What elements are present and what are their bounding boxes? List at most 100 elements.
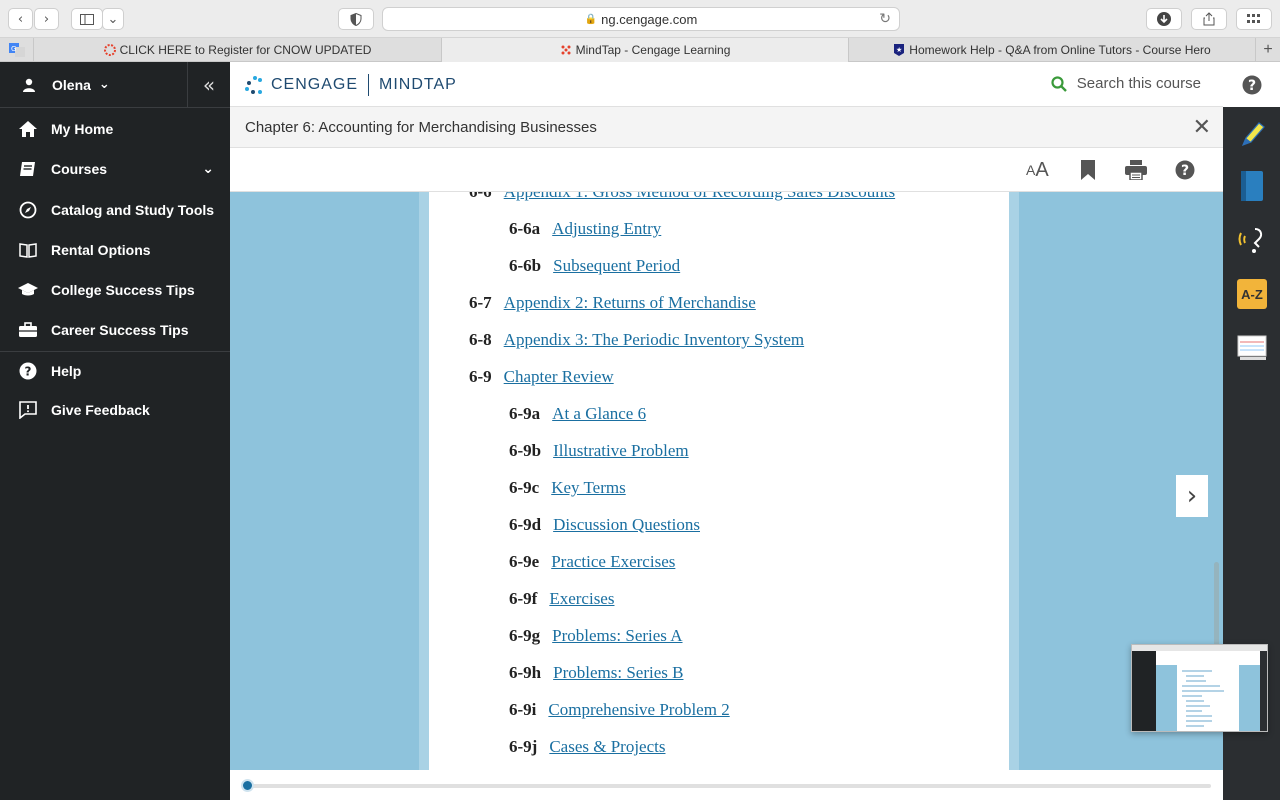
toc-number: 6-9c	[509, 478, 540, 497]
sidebar-item-label: Courses	[51, 161, 108, 177]
share-icon[interactable]	[1191, 8, 1227, 30]
toc-number: 6-9b	[509, 441, 542, 460]
screenshot-thumbnail[interactable]	[1131, 644, 1268, 732]
next-page-button[interactable]: ›	[1176, 475, 1208, 517]
toc-link[interactable]: Comprehensive Problem 2	[548, 700, 729, 720]
cengage-favicon	[103, 44, 116, 56]
url-bar[interactable]: 🔒 ng.cengage.com ↻	[382, 7, 900, 31]
glossary-label: A-Z	[1237, 279, 1267, 309]
toc-row: 6-9c Key Terms	[509, 478, 626, 498]
toc-row: 6-9e Practice Exercises	[509, 552, 675, 572]
toc-link[interactable]: Illustrative Problem	[553, 441, 689, 461]
toc-link[interactable]: Subsequent Period	[553, 256, 680, 276]
new-tab-button[interactable]: +	[1256, 38, 1280, 61]
chevron-down-icon[interactable]: ⌄	[102, 8, 124, 30]
progress-track[interactable]	[243, 784, 1211, 788]
translate-extension-icon[interactable]: G	[0, 38, 34, 62]
toc-link[interactable]: Adjusting Entry	[552, 219, 661, 239]
privacy-shield-icon[interactable]	[338, 8, 374, 30]
read-aloud-icon[interactable]	[1236, 224, 1268, 256]
toc-number: 6-9f	[509, 589, 538, 608]
sidebar-item-feedback[interactable]: Give Feedback	[0, 392, 230, 428]
progress-handle[interactable]	[241, 779, 254, 792]
back-icon[interactable]: ‹	[8, 8, 33, 30]
bookmark-icon[interactable]	[1081, 158, 1095, 182]
sidebar-toggle-icon[interactable]	[71, 8, 103, 30]
svg-text:?: ?	[25, 365, 32, 379]
toc-link[interactable]: Appendix 3: The Periodic Inventory Syste…	[504, 330, 804, 350]
lock-icon: 🔒	[584, 13, 598, 25]
cengage-mindtap-logo[interactable]: CENGAGE MINDTAP	[245, 74, 457, 96]
chapter-bar: Chapter 6: Accounting for Merchandising …	[230, 107, 1223, 148]
toc-row: 6-7 Appendix 2: Returns of Merchandise	[469, 293, 756, 313]
reload-icon[interactable]: ↻	[879, 11, 891, 27]
sidebar-item-college-tips[interactable]: College Success Tips	[0, 272, 230, 308]
toc-row: 6-9a At a Glance 6	[509, 404, 646, 424]
user-menu[interactable]: Olena ⌄	[0, 62, 187, 108]
download-icon[interactable]	[1146, 8, 1182, 30]
font-size-button[interactable]: AA	[1026, 158, 1049, 182]
url-text: ng.cengage.com	[601, 11, 698, 27]
close-icon[interactable]: ✕	[1193, 115, 1211, 140]
sidebar-item-label: My Home	[51, 121, 114, 137]
toc-link[interactable]: Practice Exercises	[551, 552, 675, 572]
flashcards-icon[interactable]	[1236, 332, 1268, 364]
sidebar-divider	[0, 351, 230, 352]
toc-row: 6-9h Problems: Series B	[509, 663, 683, 683]
scrollbar[interactable]	[1214, 562, 1219, 652]
coursehero-favicon: ★	[893, 44, 905, 56]
reader-area: 6-6 Appendix 1: Gross Method of Recording…	[230, 192, 1223, 770]
toc-link[interactable]: Discussion Questions	[553, 515, 700, 535]
search-label: Search this course	[1076, 75, 1201, 92]
help-icon[interactable]: ?	[1175, 158, 1195, 182]
sidebar-item-rental[interactable]: Rental Options	[0, 232, 230, 268]
graduation-cap-icon	[18, 280, 38, 300]
toc-number: 6-7	[469, 293, 492, 312]
toc-link[interactable]: Problems: Series B	[553, 663, 683, 683]
toc-row: 6-6a Adjusting Entry	[509, 219, 661, 239]
forward-icon[interactable]: ›	[34, 8, 59, 30]
collapse-sidebar-button[interactable]: «	[187, 62, 230, 108]
toc-row: 6-9 Chapter Review	[469, 367, 614, 387]
sidebar-item-catalog[interactable]: Catalog and Study Tools	[0, 192, 230, 228]
print-icon[interactable]	[1125, 158, 1147, 182]
briefcase-icon	[18, 320, 38, 340]
open-book-icon	[18, 240, 38, 260]
toc-link[interactable]: Appendix 2: Returns of Merchandise	[504, 293, 756, 313]
toc-link[interactable]: At a Glance 6	[552, 404, 646, 424]
svg-text:G: G	[11, 45, 16, 53]
glossary-az-button[interactable]: A-Z	[1236, 278, 1268, 310]
tab-overview-icon[interactable]	[1236, 8, 1272, 30]
compass-icon	[18, 200, 38, 220]
help-icon[interactable]: ?	[1223, 62, 1280, 107]
sidebar-item-help[interactable]: ? Help	[0, 353, 230, 389]
sidebar-item-courses[interactable]: Courses ⌄	[0, 151, 230, 187]
toc-row: 6-8 Appendix 3: The Periodic Inventory Sy…	[469, 330, 804, 350]
highlighter-icon[interactable]	[1236, 118, 1268, 150]
toc-link[interactable]: Exercises	[549, 589, 614, 609]
toc-number: 6-6a	[509, 219, 541, 238]
toc-number: 6-9g	[509, 626, 541, 645]
toc-number: 6-8	[469, 330, 492, 349]
toc-link[interactable]: Problems: Series A	[552, 626, 682, 646]
book-icon	[18, 159, 38, 179]
toc-link[interactable]: Cases & Projects	[549, 737, 665, 757]
svg-text:★: ★	[896, 46, 902, 54]
toc-row: 6-9d Discussion Questions	[509, 515, 700, 535]
user-name: Olena	[52, 76, 91, 93]
progress-bar	[230, 770, 1223, 800]
toc-link[interactable]: Appendix 1: Gross Method of Recording Sa…	[504, 192, 895, 202]
tab-cnow[interactable]: CLICK HERE to Register for CNOW UPDATED	[34, 38, 442, 62]
sidebar-item-label: Career Success Tips	[51, 322, 189, 338]
search-course-button[interactable]: Search this course	[1051, 75, 1201, 92]
toc-link[interactable]: Chapter Review	[504, 367, 614, 387]
toc-link[interactable]: Key Terms	[551, 478, 626, 498]
notebook-icon[interactable]	[1236, 170, 1268, 202]
toc-number: 6-9e	[509, 552, 540, 571]
tab-coursehero[interactable]: ★ Homework Help - Q&A from Online Tutors…	[849, 38, 1256, 62]
tab-mindtap[interactable]: MindTap - Cengage Learning	[442, 38, 849, 62]
sidebar-item-career-tips[interactable]: Career Success Tips	[0, 312, 230, 348]
cengage-logo-icon	[245, 75, 265, 95]
sidebar-item-my-home[interactable]: My Home	[0, 111, 230, 147]
reader-toolbar: AA ?	[230, 148, 1223, 192]
